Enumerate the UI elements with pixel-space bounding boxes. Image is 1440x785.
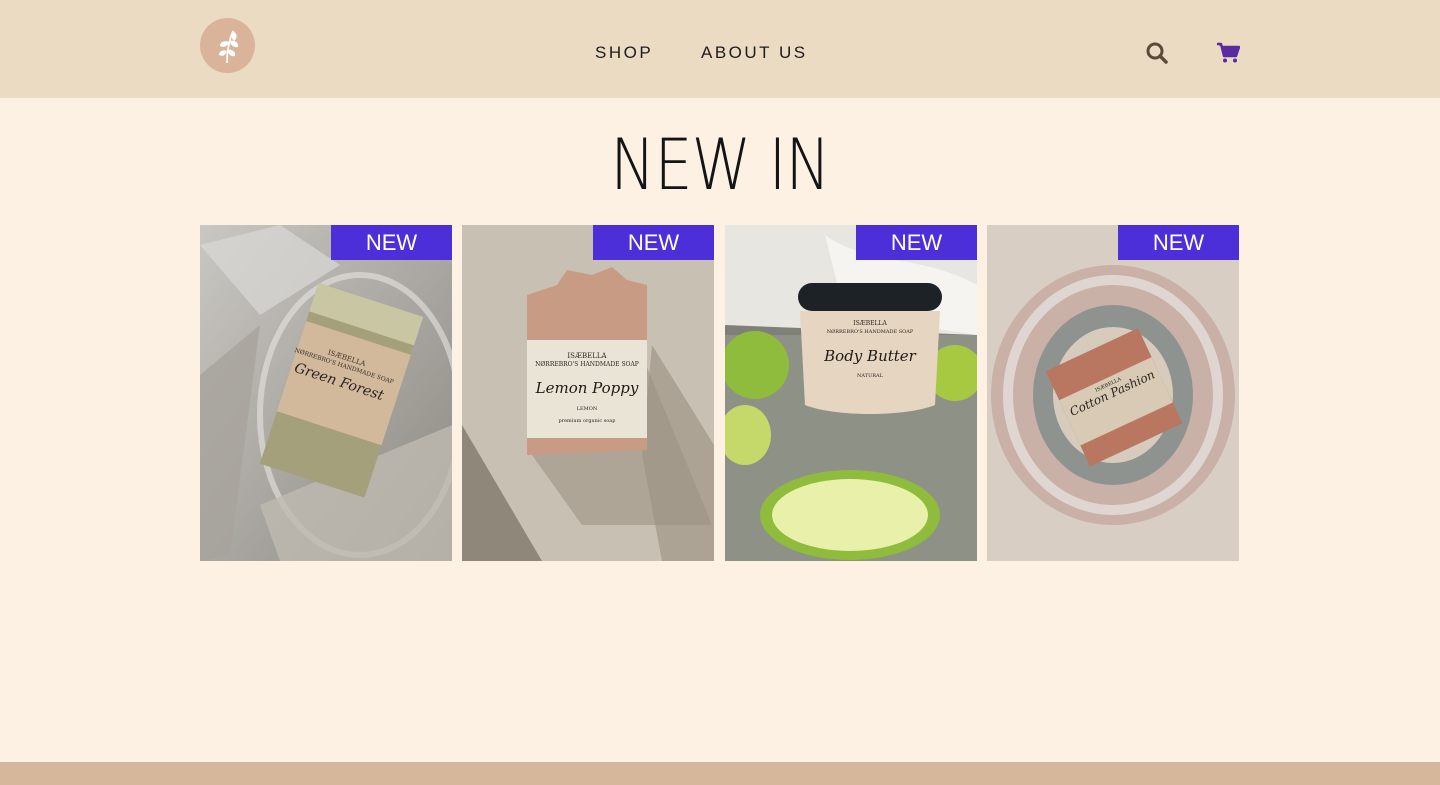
product-card-body-butter[interactable]: ISÆBELLA NØRREBRO'S HANDMADE SOAP Body B… — [725, 225, 977, 561]
site-header: SHOP ABOUT US — [0, 0, 1440, 98]
product-image: Cotton Pashion ISÆBELLA — [987, 225, 1239, 561]
svg-text:premium organic soap: premium organic soap — [559, 418, 616, 424]
product-image: ISÆBELLA NØRREBRO'S HANDMADE SOAP Lemon … — [462, 225, 714, 561]
svg-text:NØRREBRO'S HANDMADE SOAP: NØRREBRO'S HANDMADE SOAP — [535, 361, 639, 368]
product-card-cotton-pashion[interactable]: Cotton Pashion ISÆBELLA NEW — [987, 225, 1239, 561]
product-card-lemon-poppy[interactable]: ISÆBELLA NØRREBRO'S HANDMADE SOAP Lemon … — [462, 225, 714, 561]
svg-text:ISÆBELLA: ISÆBELLA — [567, 352, 607, 360]
product-image: ISÆBELLA NØRREBRO'S HANDMADE SOAP Green … — [200, 225, 452, 561]
page-title: NEW IN — [610, 124, 830, 206]
new-badge: NEW — [856, 225, 977, 260]
footer-bar — [0, 762, 1440, 785]
svg-text:LEMON: LEMON — [577, 406, 598, 412]
cart-button[interactable] — [1216, 42, 1241, 64]
product-image: ISÆBELLA NØRREBRO'S HANDMADE SOAP Body B… — [725, 225, 977, 561]
cart-icon — [1217, 42, 1241, 63]
svg-text:Lemon Poppy: Lemon Poppy — [535, 379, 639, 397]
new-badge: NEW — [593, 225, 714, 260]
search-icon — [1146, 42, 1168, 64]
product-card-green-forest[interactable]: ISÆBELLA NØRREBRO'S HANDMADE SOAP Green … — [200, 225, 452, 561]
new-badge: NEW — [1118, 225, 1239, 260]
nav-about-us[interactable]: ABOUT US — [701, 43, 808, 63]
svg-text:NATURAL: NATURAL — [857, 373, 884, 379]
new-badge: NEW — [331, 225, 452, 260]
search-button[interactable] — [1145, 41, 1169, 65]
nav-shop[interactable]: SHOP — [595, 43, 653, 63]
svg-text:NØRREBRO'S HANDMADE SOAP: NØRREBRO'S HANDMADE SOAP — [827, 328, 914, 335]
svg-text:ISÆBELLA: ISÆBELLA — [853, 320, 887, 327]
svg-text:Body Butter: Body Butter — [823, 347, 917, 365]
